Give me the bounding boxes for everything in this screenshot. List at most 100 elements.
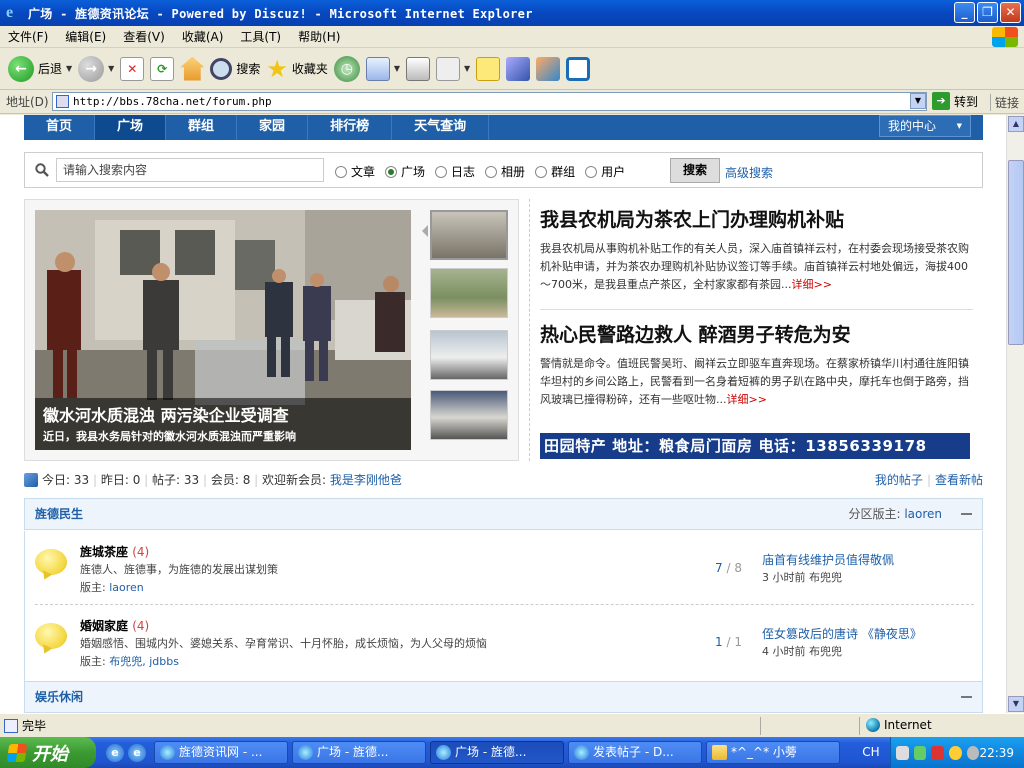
forum-last-post-link[interactable]: 庙首有线维护员值得敬佩 [762, 551, 894, 568]
ad-banner[interactable]: 田园特产 地址：粮食局门面房 电话：13856339178 [540, 433, 970, 459]
search-button[interactable]: 搜索 [210, 57, 260, 80]
address-input[interactable]: http://bbs.78cha.net/forum.php [52, 92, 927, 111]
research-button[interactable] [536, 56, 561, 81]
taskbar-button[interactable]: 广场 - 旌德... [292, 741, 426, 764]
edit-button[interactable]: ▼ [436, 56, 470, 81]
forum-moderator-label: 版主: [80, 581, 106, 594]
forward-button[interactable]: → ▼ [78, 55, 114, 82]
tray-volume-icon[interactable] [966, 745, 980, 760]
forum-name[interactable]: 婚姻家庭 (4) [80, 617, 149, 634]
photo-slideshow: 徽水河水质混浊 两污染企业受调查 近日，我县水务局针对的徽水河水质混浊而严重影响 [24, 199, 519, 461]
maximize-button[interactable]: ❐ [977, 2, 998, 23]
language-indicator[interactable]: CH [858, 741, 884, 763]
scroll-down-button[interactable]: ▼ [1008, 696, 1024, 712]
collapse-icon[interactable] [961, 696, 972, 698]
history-button[interactable]: ◷ [333, 55, 360, 82]
menu-help[interactable]: 帮助(H) [298, 28, 340, 45]
taskbar-button[interactable]: 旌德资讯网 - ... [154, 741, 288, 764]
forum-moderator-link[interactable]: laoren [109, 581, 144, 594]
forum-row: 旌城茶座 (4) 旌德人、旌德事，为旌德的发展出谋划策 版主: laoren 7… [25, 531, 984, 605]
search-type-article[interactable]: 文章 [335, 163, 375, 180]
collapse-icon[interactable] [961, 513, 972, 515]
close-button[interactable]: ✕ [1000, 2, 1021, 23]
menu-file[interactable]: 文件(F) [8, 28, 48, 45]
scroll-thumb[interactable] [1008, 160, 1024, 345]
article-title[interactable]: 我县农机局为茶农上门办理购机补贴 [540, 205, 973, 232]
radio-icon [485, 165, 498, 178]
vertical-scrollbar[interactable]: ▲ ▼ [1006, 115, 1024, 713]
chevron-down-icon[interactable]: ▼ [394, 64, 400, 73]
article-more-link[interactable]: 详细>> [727, 393, 767, 406]
chevron-down-icon[interactable]: ▼ [66, 64, 72, 73]
tray-shield-icon[interactable] [931, 745, 945, 760]
search-type-blog[interactable]: 日志 [435, 163, 475, 180]
forum-moderator-link[interactable]: 布兜兜, jdbbs [109, 655, 179, 668]
scroll-up-button[interactable]: ▲ [1008, 116, 1024, 132]
back-button[interactable]: ← 后退 ▼ [8, 55, 72, 82]
slide-thumbnail[interactable] [430, 390, 508, 440]
nav-plaza[interactable]: 广场 [95, 115, 167, 140]
forum-last-post-link[interactable]: 侄女篡改后的唐诗 《静夜思》 [762, 625, 922, 642]
my-center-dropdown[interactable]: 我的中心 [879, 115, 971, 137]
address-dropdown-button[interactable]: ▼ [910, 93, 926, 109]
new-posts-link[interactable]: 查看新帖 [935, 473, 983, 487]
favorites-button[interactable]: ★ 收藏夹 [266, 55, 328, 83]
headline-article: 我县农机局为茶农上门办理购机补贴 我县农机局从事购机补贴工作的有关人员，深入庙首… [540, 205, 973, 294]
page-done-icon [4, 718, 18, 733]
mail-button[interactable]: ▼ [365, 56, 400, 81]
article-title[interactable]: 热心民警路边救人 醉酒男子转危为安 [540, 320, 973, 347]
category-title[interactable]: 娱乐休闲 [35, 690, 83, 704]
refresh-button[interactable]: ⟳ [150, 56, 175, 81]
radio-label: 广场 [401, 165, 426, 179]
category-title[interactable]: 旌德民生 [35, 507, 83, 521]
ie-quicklaunch-icon[interactable]: e [128, 743, 146, 762]
ie-quicklaunch-icon[interactable]: e [106, 743, 124, 762]
forum-name[interactable]: 旌城茶座 (4) [80, 543, 149, 560]
notes-button[interactable] [476, 56, 501, 81]
search-input[interactable]: 请输入搜索内容 [56, 158, 324, 182]
search-type-group[interactable]: 群组 [535, 163, 575, 180]
forum-bubble-icon [35, 549, 67, 575]
messenger-button[interactable] [506, 56, 531, 81]
search-type-album[interactable]: 相册 [485, 163, 525, 180]
nav-home-space[interactable]: 家园 [237, 115, 309, 140]
search-type-user[interactable]: 用户 [585, 163, 625, 180]
forum-stats: 今日: 33 | 昨日: 0 | 帖子: 33 | 会员: 8 | 欢迎新会员:… [24, 470, 983, 490]
tray-app-icon[interactable] [913, 745, 927, 760]
slide-main-photo[interactable]: 徽水河水质混浊 两污染企业受调查 近日，我县水务局针对的徽水河水质混浊而严重影响 [35, 210, 411, 450]
minimize-button[interactable]: _ [954, 2, 975, 23]
chevron-down-icon[interactable]: ▼ [108, 64, 114, 73]
taskbar-button[interactable]: 发表帖子 - D... [568, 741, 702, 764]
menu-view[interactable]: 查看(V) [123, 28, 165, 45]
print-button[interactable] [406, 56, 431, 81]
menu-edit[interactable]: 编辑(E) [65, 28, 106, 45]
menu-tools[interactable]: 工具(T) [240, 28, 281, 45]
article-more-link[interactable]: 详细>> [791, 278, 831, 291]
nav-home[interactable]: 首页 [24, 115, 96, 140]
chevron-down-icon[interactable]: ▼ [464, 64, 470, 73]
category-moderator-link[interactable]: laoren [904, 507, 942, 521]
taskbar-button[interactable]: *^_^* 小蒡 [706, 741, 840, 764]
tray-app-icon[interactable] [949, 745, 962, 760]
my-posts-link[interactable]: 我的帖子 [875, 473, 923, 487]
slide-title[interactable]: 徽水河水质混浊 两污染企业受调查 [43, 402, 289, 426]
menu-favorites[interactable]: 收藏(A) [182, 28, 224, 45]
taskbar-button-active[interactable]: 广场 - 旌德... [430, 741, 564, 764]
search-submit-button[interactable]: 搜索 [670, 158, 720, 183]
home-button[interactable] [180, 56, 205, 81]
search-type-plaza[interactable]: 广场 [385, 163, 425, 180]
slide-thumbnail[interactable] [430, 330, 508, 380]
links-button[interactable]: 链接 [990, 94, 1019, 111]
stop-button[interactable]: ✕ [120, 56, 145, 81]
start-button[interactable]: 开始 [0, 737, 96, 768]
nav-ranking[interactable]: 排行榜 [308, 115, 393, 140]
plugin-button[interactable] [566, 56, 591, 81]
advanced-search-link[interactable]: 高级搜索 [725, 164, 773, 181]
tray-app-icon[interactable] [896, 745, 909, 760]
nav-weather[interactable]: 天气查询 [392, 115, 490, 140]
slide-thumbnail[interactable] [430, 268, 508, 318]
newest-member-link[interactable]: 我是李刚他爸 [330, 473, 402, 487]
nav-groups[interactable]: 群组 [166, 115, 238, 140]
go-button[interactable]: ➔ 转到 [932, 92, 978, 110]
slide-thumbnail[interactable] [430, 210, 508, 260]
